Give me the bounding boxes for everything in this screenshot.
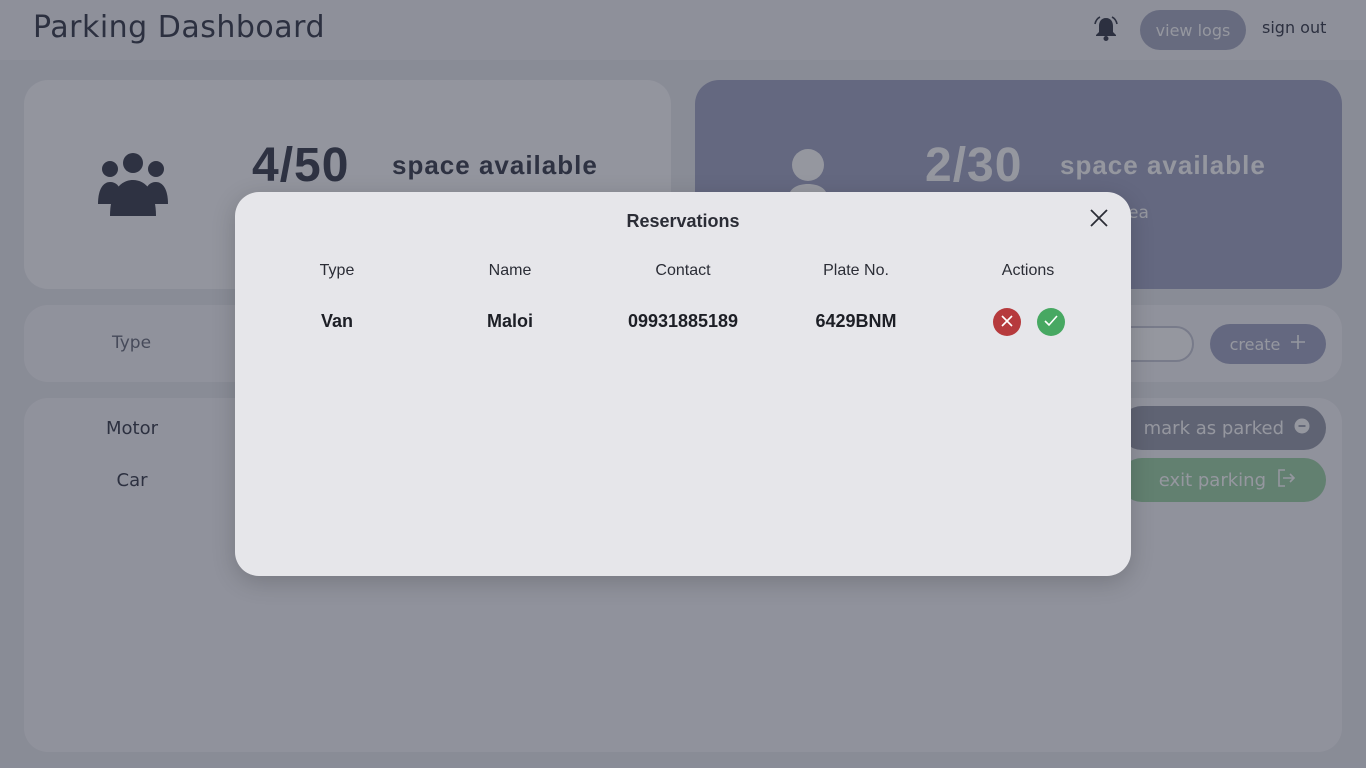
close-icon	[1087, 209, 1111, 233]
close-button[interactable]	[1087, 206, 1111, 230]
column-header-type: Type	[319, 262, 355, 279]
close-icon	[1000, 314, 1014, 331]
column-header-name: Name	[488, 262, 532, 279]
cell-contact: 09931885189	[627, 311, 739, 331]
reject-button[interactable]	[993, 308, 1021, 336]
accept-button[interactable]	[1037, 308, 1065, 336]
column-header-contact: Contact	[655, 262, 711, 279]
cell-plate: 6429BNM	[815, 311, 897, 331]
cell-type: Van	[320, 311, 354, 331]
reservations-modal: Reservations Type Name Contact Plate No.…	[235, 192, 1131, 576]
column-header-plate: Plate No.	[823, 262, 889, 279]
check-icon	[1043, 314, 1059, 331]
column-header-actions: Actions	[1001, 262, 1055, 279]
modal-title: Reservations	[626, 211, 740, 231]
cell-name: Maloi	[486, 311, 533, 331]
